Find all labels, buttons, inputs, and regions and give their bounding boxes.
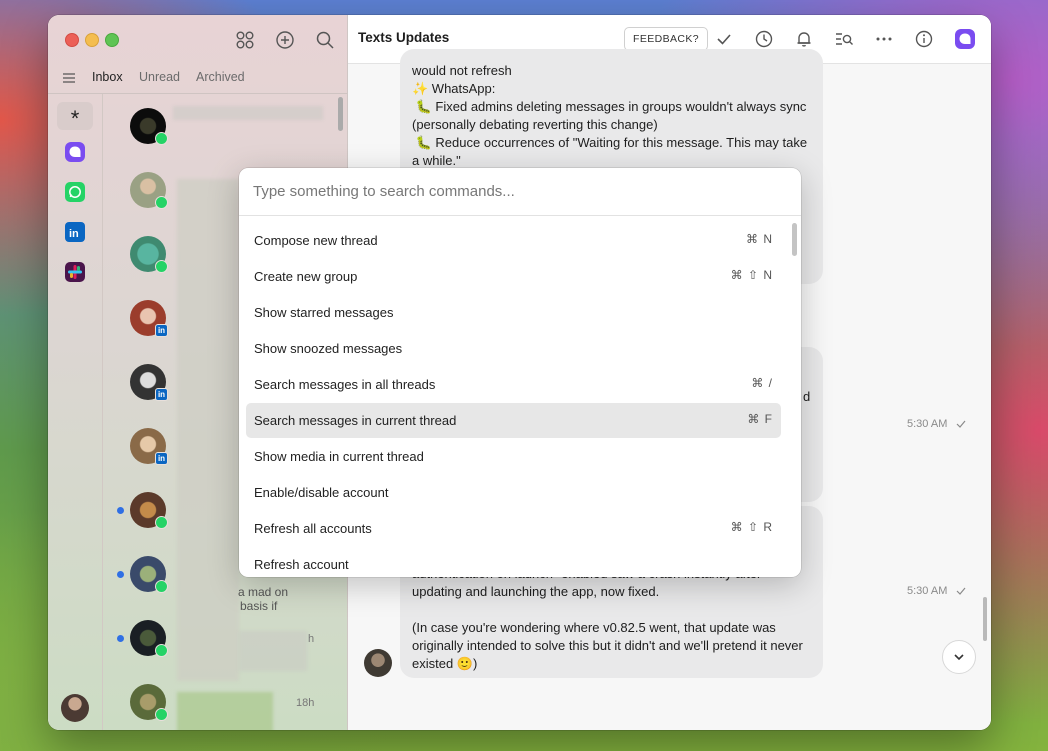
search-icon[interactable] (314, 29, 336, 51)
accounts-rail: * in (48, 94, 103, 730)
slack-icon (65, 262, 85, 282)
my-profile-avatar[interactable] (61, 694, 89, 722)
command-shortcut: ⌘ ⇧ N (730, 268, 773, 282)
thread-time: h (308, 633, 315, 645)
sent-check-icon (956, 587, 966, 595)
checkmark-icon[interactable] (714, 29, 734, 49)
more-options-icon[interactable] (874, 29, 894, 49)
whatsapp-badge-icon (155, 132, 168, 145)
command-label: Refresh account (254, 557, 349, 572)
sender-avatar[interactable] (364, 649, 392, 677)
unread-indicator (117, 507, 124, 514)
texts-app-icon (65, 142, 85, 162)
rail-item-whatsapp[interactable] (57, 178, 93, 206)
command-label: Show media in current thread (254, 449, 424, 464)
thread-time: 18h (296, 697, 315, 709)
redacted-preview (177, 179, 239, 681)
command-show-starred-messages[interactable]: Show starred messages (246, 295, 781, 330)
tab-inbox[interactable]: Inbox (92, 70, 123, 84)
rail-item-texts[interactable] (57, 138, 93, 166)
linkedin-badge-icon: in (155, 452, 168, 465)
close-window-button[interactable] (65, 33, 79, 47)
clock-icon[interactable] (754, 29, 774, 49)
divider (239, 215, 801, 216)
redacted-preview (177, 692, 273, 730)
command-refresh-all-accounts[interactable]: Refresh all accounts ⌘ ⇧ R (246, 511, 781, 546)
command-search-current-thread[interactable]: Search messages in current thread ⌘ F (246, 403, 781, 438)
whatsapp-badge-icon (155, 644, 168, 657)
command-search-input[interactable] (239, 168, 801, 215)
tab-unread[interactable]: Unread (139, 70, 180, 84)
whatsapp-badge-icon (155, 260, 168, 273)
rail-item-slack[interactable] (57, 258, 93, 286)
command-compose-new-thread[interactable]: Compose new thread ⌘ N (246, 223, 781, 258)
command-label: Show starred messages (254, 305, 394, 320)
whatsapp-badge-icon (155, 196, 168, 209)
thread-scrollbar[interactable] (983, 597, 987, 641)
sidebar-titlebar (48, 15, 347, 63)
hamburger-menu-icon[interactable] (62, 71, 76, 85)
command-shortcut: ⌘ F (747, 412, 773, 426)
command-show-snoozed-messages[interactable]: Show snoozed messages (246, 331, 781, 366)
redacted-preview (239, 631, 307, 671)
chevron-down-icon (954, 654, 964, 661)
feedback-button[interactable]: FEEDBACK? (624, 27, 709, 51)
whatsapp-badge-icon (155, 516, 168, 529)
command-shortcut: ⌘ / (751, 376, 773, 390)
message-text: authentication on launch" enabled saw a … (412, 566, 803, 671)
command-create-new-group[interactable]: Create new group ⌘ ⇧ N (246, 259, 781, 294)
zoom-window-button[interactable] (105, 33, 119, 47)
thread-snippet: a mad on (238, 585, 289, 599)
rail-item-linkedin[interactable]: in (57, 218, 93, 246)
rail-item-all-accounts[interactable]: * (57, 102, 93, 130)
command-label: Show snoozed messages (254, 341, 403, 356)
thread-list-scrollbar[interactable] (338, 97, 343, 131)
info-icon[interactable] (914, 29, 934, 49)
thread-title: Texts Updates (358, 30, 450, 45)
unread-indicator (117, 571, 124, 578)
tab-archived[interactable]: Archived (196, 70, 245, 84)
new-thread-icon[interactable] (274, 29, 296, 51)
message-text: d (803, 389, 811, 404)
command-shortcut: ⌘ ⇧ R (730, 520, 773, 534)
message-text: would not refresh ✨ WhatsApp: 🐛 Fixed ad… (412, 63, 808, 168)
whatsapp-badge-icon (155, 580, 168, 593)
thread-snippet: basis if (240, 599, 278, 613)
command-show-media[interactable]: Show media in current thread (246, 439, 781, 474)
command-label: Compose new thread (254, 233, 378, 248)
command-palette: Compose new thread ⌘ N Create new group … (239, 168, 801, 577)
command-refresh-account[interactable]: Refresh account (246, 547, 781, 577)
message-timestamp: 5:30 AM (907, 585, 948, 597)
bell-icon[interactable] (794, 29, 814, 49)
apps-grid-icon[interactable] (234, 29, 256, 51)
minimize-window-button[interactable] (85, 33, 99, 47)
command-label: Enable/disable account (254, 485, 389, 500)
linkedin-badge-icon: in (155, 324, 168, 337)
command-shortcut: ⌘ N (746, 232, 773, 246)
sent-check-icon (956, 420, 966, 428)
linkedin-badge-icon: in (155, 388, 168, 401)
command-label: Create new group (254, 269, 358, 284)
command-label: Refresh all accounts (254, 521, 372, 536)
search-in-thread-icon[interactable] (834, 29, 854, 49)
redacted-name (173, 106, 323, 120)
command-search-all-threads[interactable]: Search messages in all threads ⌘ / (246, 367, 781, 402)
whatsapp-badge-icon (155, 708, 168, 721)
scroll-to-bottom-button[interactable] (942, 640, 976, 674)
texts-logo-icon[interactable] (955, 29, 975, 49)
whatsapp-icon (65, 182, 85, 202)
command-list-scrollbar[interactable] (792, 223, 797, 256)
command-label: Search messages in all threads (254, 377, 436, 392)
command-enable-disable-account[interactable]: Enable/disable account (246, 475, 781, 510)
unread-indicator (117, 635, 124, 642)
message-timestamp: 5:30 AM (907, 418, 948, 430)
linkedin-icon: in (65, 222, 85, 242)
asterisk-icon: * (70, 106, 80, 131)
inbox-tabs: Inbox Unread Archived (48, 65, 347, 91)
command-label: Search messages in current thread (254, 413, 457, 428)
svg-text:in: in (69, 228, 79, 240)
